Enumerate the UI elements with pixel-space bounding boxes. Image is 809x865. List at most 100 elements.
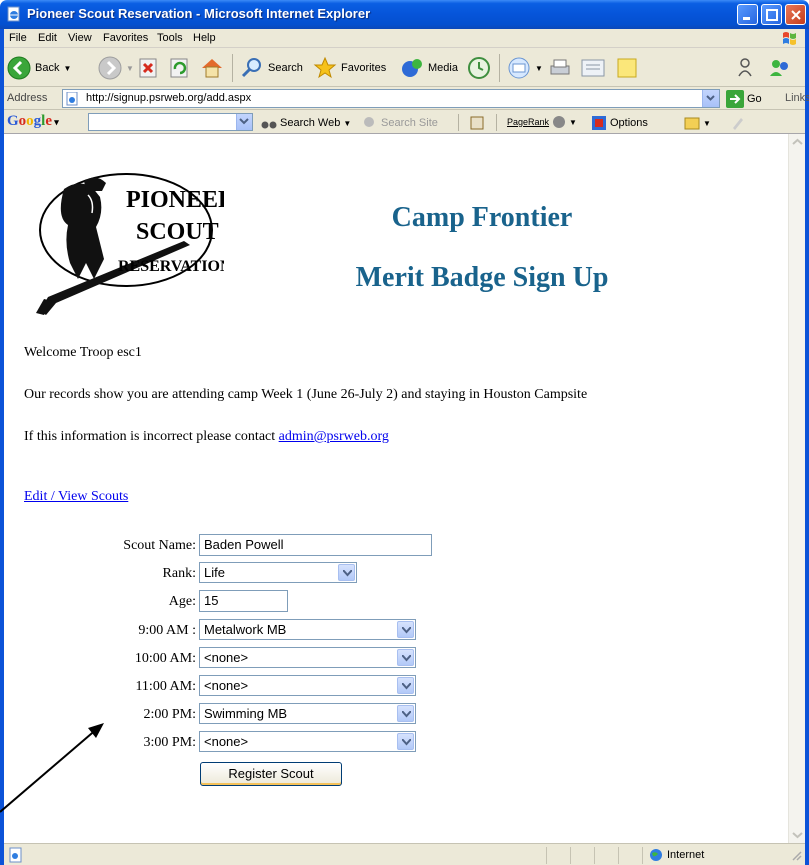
welcome-text: Welcome Troop esc1 <box>24 345 142 360</box>
chevron-down-icon <box>402 739 411 746</box>
go-button[interactable]: Go <box>726 90 762 108</box>
security-zone-label: Internet <box>667 849 705 861</box>
contacts-button[interactable] <box>768 54 792 82</box>
forward-dropdown-icon[interactable]: ▼ <box>126 64 134 73</box>
search-site-icon <box>364 117 374 127</box>
slot-1500-dropdown-button[interactable] <box>397 733 414 750</box>
page-content: PIONEER SCOUT RESERVATION Camp Frontier … <box>4 134 788 843</box>
close-button[interactable] <box>785 4 806 25</box>
globe-icon <box>650 849 662 861</box>
scout-name-label: Scout Name: <box>123 538 196 553</box>
maximize-button[interactable] <box>761 4 782 25</box>
menu-edit[interactable]: Edit <box>38 32 57 44</box>
slot-0900-dropdown-button[interactable] <box>397 621 414 638</box>
status-cell <box>594 847 618 864</box>
messenger-button[interactable] <box>735 54 759 82</box>
slot-1000-value: <none> <box>204 650 249 665</box>
search-button[interactable]: Search <box>240 54 303 82</box>
rank-dropdown-button[interactable] <box>338 564 355 581</box>
options-button[interactable]: Options <box>591 115 648 131</box>
status-cell <box>618 847 642 864</box>
favorites-star-icon <box>313 56 337 79</box>
refresh-button[interactable] <box>169 54 191 82</box>
minimize-button[interactable] <box>737 4 758 25</box>
slot-0900-label: 9:00 AM : <box>138 623 196 638</box>
menu-favorites[interactable]: Favorites <box>103 32 148 44</box>
page-status-icon <box>9 847 22 863</box>
stop-button[interactable] <box>138 54 160 82</box>
menu-tools[interactable]: Tools <box>157 32 183 44</box>
slot-1000-select[interactable]: <none> <box>199 647 416 668</box>
home-icon <box>202 59 222 78</box>
print-button[interactable] <box>548 54 572 82</box>
home-button[interactable] <box>200 54 224 82</box>
google-search-dropdown[interactable] <box>236 114 252 130</box>
refresh-icon <box>170 58 188 78</box>
news-button[interactable] <box>469 115 485 131</box>
status-cell <box>546 847 570 864</box>
contact-email-link[interactable]: admin@psrweb.org <box>279 429 389 444</box>
security-zone: Internet <box>649 848 704 862</box>
chevron-down-icon <box>402 655 411 662</box>
google-toolbar: Google ▾ Search Web ▼ Search Site PageRa… <box>4 110 805 134</box>
news-icon <box>470 116 484 130</box>
maximize-icon <box>766 9 778 21</box>
menu-file[interactable]: File <box>9 32 27 44</box>
toolbar-separator <box>458 114 459 131</box>
mail-dropdown-icon[interactable]: ▼ <box>535 64 543 73</box>
scroll-up-icon[interactable] <box>789 134 806 151</box>
slot-1000-dropdown-button[interactable] <box>397 649 414 666</box>
address-input[interactable]: http://signup.psrweb.org/add.aspx <box>62 89 720 108</box>
menu-view[interactable]: View <box>68 32 92 44</box>
toolbar-separator <box>496 114 497 131</box>
pencil-icon <box>733 118 743 130</box>
rank-selected-value: Life <box>204 565 225 580</box>
slot-0900-select[interactable]: Metalwork MB <box>199 619 416 640</box>
search-site-button[interactable]: Search Site <box>362 115 438 131</box>
stop-icon <box>139 58 157 78</box>
media-label: Media <box>428 62 458 74</box>
google-search-input[interactable] <box>88 113 253 131</box>
discuss-button[interactable] <box>615 54 639 82</box>
favorites-button[interactable]: Favorites <box>313 54 386 82</box>
address-url: http://signup.psrweb.org/add.aspx <box>86 92 252 104</box>
back-button[interactable]: Back ▼ <box>7 54 71 82</box>
edit-page-button[interactable] <box>580 54 606 82</box>
forward-arrow-icon <box>98 56 122 80</box>
age-input[interactable]: 15 <box>199 590 288 612</box>
menu-help[interactable]: Help <box>193 32 216 44</box>
mail-button[interactable]: ▼ <box>507 54 543 82</box>
chevron-down-icon <box>239 118 249 125</box>
bookmark-button[interactable]: ▼ <box>684 115 711 131</box>
slot-1100-label: 11:00 AM: <box>135 679 196 694</box>
highlight-button[interactable] <box>730 115 746 131</box>
resize-grip-icon[interactable] <box>790 849 802 861</box>
search-web-button[interactable]: Search Web ▼ <box>261 115 351 131</box>
history-button[interactable] <box>467 54 491 82</box>
google-logo[interactable]: Google ▾ <box>7 113 59 130</box>
media-button[interactable]: Media <box>400 54 458 82</box>
edit-view-scouts-link[interactable]: Edit / View Scouts <box>24 489 128 505</box>
slot-1100-select[interactable]: <none> <box>199 675 416 696</box>
chevron-down-icon <box>402 627 411 634</box>
slot-1100-dropdown-button[interactable] <box>397 677 414 694</box>
info-icon <box>553 116 566 128</box>
page-heading-signup: Merit Badge Sign Up <box>355 262 609 293</box>
media-icon <box>402 59 422 77</box>
vertical-scrollbar[interactable] <box>788 134 805 843</box>
title-bar[interactable]: Pioneer Scout Reservation - Microsoft In… <box>0 0 809 29</box>
address-dropdown-button[interactable] <box>702 90 719 107</box>
links-label[interactable]: Links <box>785 92 809 104</box>
scroll-down-icon[interactable] <box>789 826 806 843</box>
pioneer-scout-reservation-logo: PIONEER SCOUT RESERVATION <box>36 173 224 315</box>
pagerank-indicator[interactable]: PageRank ▼ <box>507 115 577 129</box>
scout-name-input[interactable]: Baden Powell <box>199 534 432 556</box>
forward-button[interactable]: ▼ <box>98 54 134 82</box>
back-dropdown-icon[interactable]: ▼ <box>63 64 71 73</box>
slot-1500-select[interactable]: <none> <box>199 731 416 752</box>
slot-1400-select[interactable]: Swimming MB <box>199 703 416 724</box>
close-icon <box>791 10 801 20</box>
slot-1400-dropdown-button[interactable] <box>397 705 414 722</box>
rank-select[interactable]: Life <box>199 562 357 583</box>
register-scout-button[interactable]: Register Scout <box>200 762 342 786</box>
